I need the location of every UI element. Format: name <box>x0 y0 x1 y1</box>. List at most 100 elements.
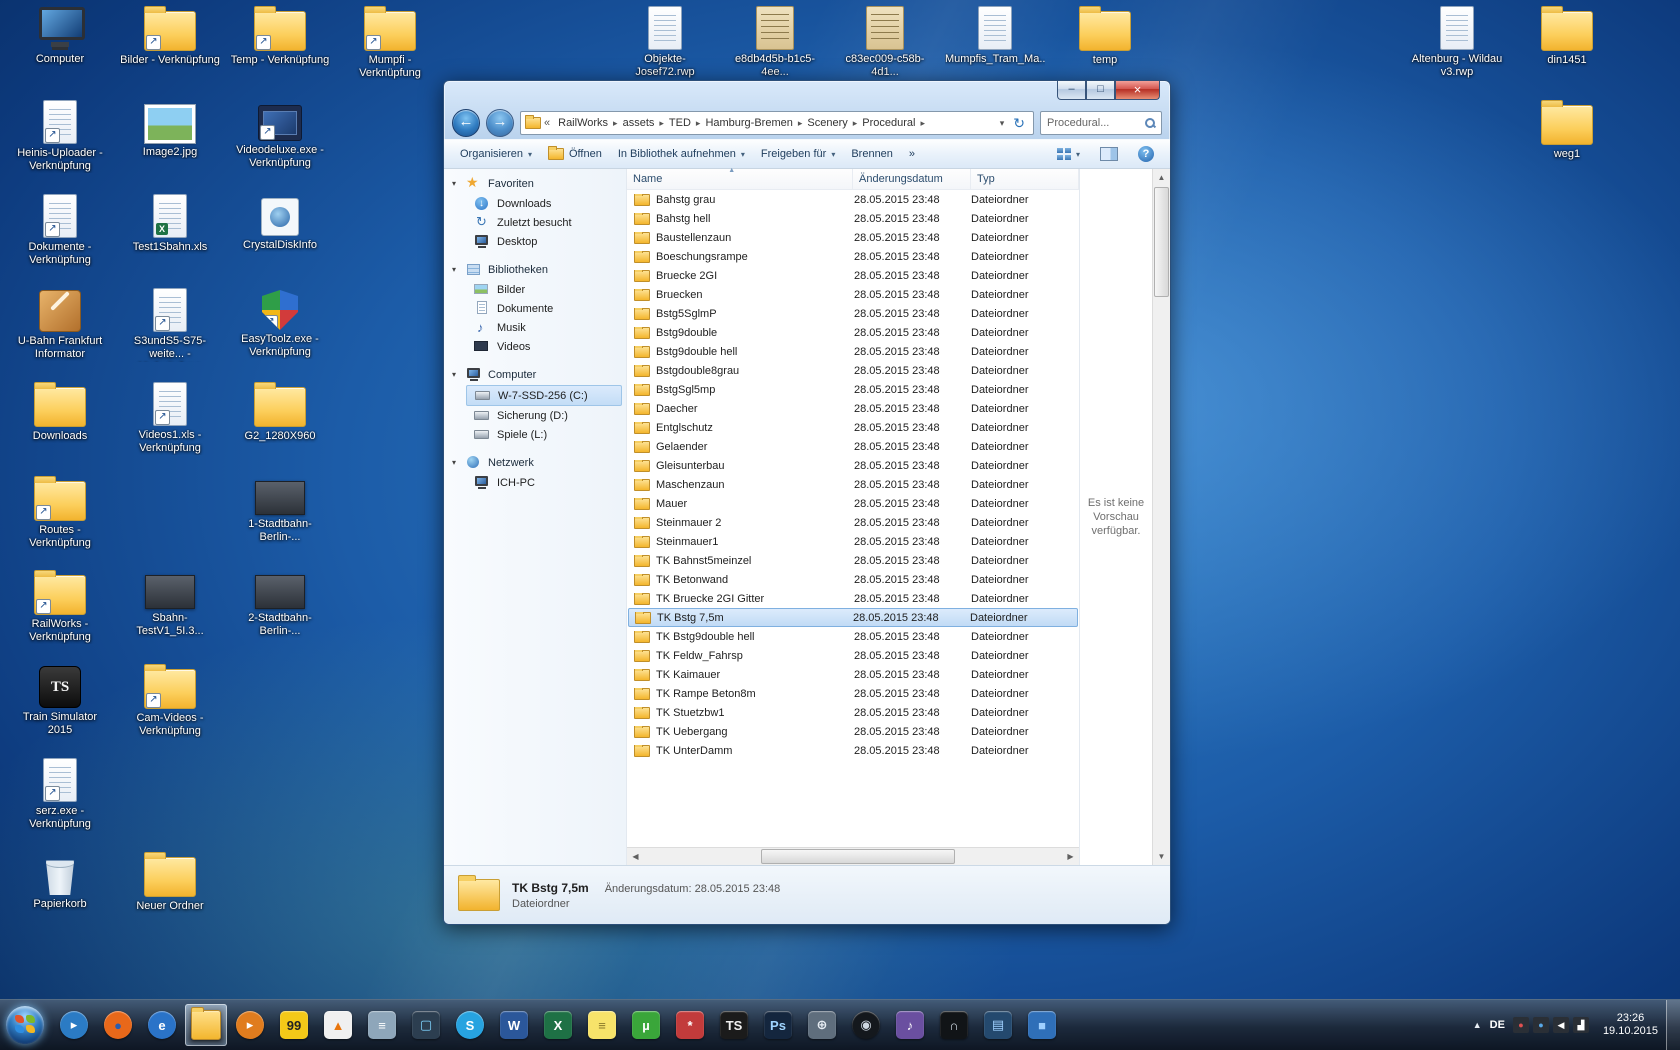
desktop-icon[interactable]: ↗ U-Bahn Frankfurt Informator <box>10 288 110 361</box>
file-row[interactable]: Bahstg grau 28.05.2015 23:48 Dateiordner <box>628 190 1078 209</box>
sidebar-item[interactable]: Videos <box>444 337 626 356</box>
taskbar-icon[interactable]: S <box>449 1004 491 1046</box>
sidebar-section-favorites[interactable]: ▾ Favoriten <box>444 173 626 194</box>
breadcrumb-item[interactable]: assets <box>618 117 660 129</box>
breadcrumb-item[interactable]: TED <box>664 117 696 129</box>
file-row[interactable]: Steinmauer1 28.05.2015 23:48 Dateiordner <box>628 532 1078 551</box>
sidebar-item[interactable]: Downloads <box>444 194 626 213</box>
column-header-type[interactable]: Typ <box>971 169 1079 190</box>
taskbar-icon[interactable]: µ <box>625 1004 667 1046</box>
desktop-icon[interactable]: ↗ Dokumente - Verknüpfung <box>10 194 110 267</box>
start-button[interactable] <box>6 1006 44 1044</box>
taskbar-icon[interactable]: ▸ <box>229 1004 271 1046</box>
file-row[interactable]: TK Bstg9double hell 28.05.2015 23:48 Dat… <box>628 627 1078 646</box>
desktop-icon[interactable]: ↗ Mumpfis_Tram_Ma... <box>945 6 1045 66</box>
desktop-icon[interactable]: ↗ Sbahn-TestV1_5I.3... <box>120 570 220 638</box>
sidebar-item[interactable]: Dokumente <box>444 299 626 318</box>
expander-icon[interactable]: ▾ <box>452 370 461 379</box>
file-row[interactable]: TK Stuetzbw1 28.05.2015 23:48 Dateiordne… <box>628 703 1078 722</box>
taskbar-icon[interactable]: ▤ <box>977 1004 1019 1046</box>
desktop-icon[interactable]: ↗ Test1Sbahn.xls <box>120 194 220 254</box>
desktop-icon[interactable]: ↗ Computer <box>10 6 110 66</box>
change-view-button[interactable]: ▾ <box>1049 144 1088 164</box>
preview-pane-button[interactable] <box>1092 143 1126 165</box>
file-row[interactable]: TK Kaimauer 28.05.2015 23:48 Dateiordner <box>628 665 1078 684</box>
desktop-icon[interactable]: ↗ Videos1.xls - Verknüpfung <box>120 382 220 455</box>
desktop-icon[interactable]: ↗ Altenburg - Wildau v3.rwp <box>1407 6 1507 79</box>
taskbar-icon[interactable]: ⊕ <box>801 1004 843 1046</box>
forward-button[interactable]: → <box>486 109 514 137</box>
breadcrumb-separator-icon[interactable]: ▸ <box>920 118 925 129</box>
desktop-icon[interactable]: ↗ S3undS5-S75-weite... - Verknüpfung <box>120 288 220 362</box>
clock[interactable]: 23:26 19.10.2015 <box>1597 1012 1664 1038</box>
tray-icon[interactable]: ● <box>1513 1017 1529 1033</box>
window-control-button[interactable]: × <box>1115 81 1160 100</box>
desktop-icon[interactable]: ↗ Downloads <box>10 382 110 443</box>
desktop-icon[interactable]: ↗ Routes - Verknüpfung <box>10 476 110 550</box>
search-input[interactable]: Procedural... <box>1040 111 1162 135</box>
desktop-icon[interactable]: ↗ e8db4d5b-b1c5-4ee... <box>725 6 825 79</box>
taskbar-icon[interactable] <box>185 1004 227 1046</box>
file-row[interactable]: TK UnterDamm 28.05.2015 23:48 Dateiordne… <box>628 741 1078 760</box>
taskbar-icon[interactable]: * <box>669 1004 711 1046</box>
desktop-icon[interactable]: ↗ weg1 <box>1517 100 1617 161</box>
desktop-icon[interactable]: ↗ Image2.jpg <box>120 100 220 159</box>
desktop-icon[interactable]: ↗ temp <box>1055 6 1155 67</box>
scroll-down-icon[interactable]: ▼ <box>1153 848 1170 865</box>
vscroll-thumb[interactable] <box>1154 187 1169 297</box>
desktop-icon[interactable]: ↗ 1-Stadtbahn-Berlin-... <box>230 476 330 544</box>
taskbar-icon[interactable]: X <box>537 1004 579 1046</box>
taskbar-icon[interactable]: ≡ <box>581 1004 623 1046</box>
scroll-up-icon[interactable]: ▲ <box>1153 169 1170 186</box>
file-row[interactable]: TK Bruecke 2GI Gitter 28.05.2015 23:48 D… <box>628 589 1078 608</box>
scroll-right-icon[interactable]: ▶ <box>1062 848 1079 865</box>
file-row[interactable]: Bahstg hell 28.05.2015 23:48 Dateiordner <box>628 209 1078 228</box>
desktop-icon[interactable]: ↗ Neuer Ordner <box>120 852 220 913</box>
breadcrumb-dropdown-icon[interactable]: ▾ <box>995 118 1010 129</box>
taskbar-icon[interactable]: ■ <box>1021 1004 1063 1046</box>
desktop-icon[interactable]: ↗ Temp - Verknüpfung <box>230 6 330 67</box>
taskbar-icon[interactable]: e <box>141 1004 183 1046</box>
sidebar-item[interactable]: Musik <box>444 318 626 337</box>
sidebar-item[interactable]: W-7-SSD-256 (C:) <box>466 385 622 406</box>
back-button[interactable]: ← <box>452 109 480 137</box>
desktop-icon[interactable]: ↗ serz.exe - Verknüpfung <box>10 758 110 831</box>
hscroll-thumb[interactable] <box>761 849 955 864</box>
sidebar-item[interactable]: Sicherung (D:) <box>444 406 626 425</box>
breadcrumb-item[interactable]: Procedural <box>857 117 920 129</box>
column-header-name[interactable]: ▲ Name <box>627 169 853 190</box>
hidden-icons-chevron[interactable]: ▲ <box>1473 1020 1482 1030</box>
desktop-icon[interactable]: ↗ CrystalDiskInfo <box>230 194 330 252</box>
expander-icon[interactable]: ▾ <box>452 458 461 467</box>
breadcrumb[interactable]: « RailWorks ▸ assets ▸ TED ▸ <box>520 111 1034 135</box>
file-row[interactable]: Gelaender 28.05.2015 23:48 Dateiordner <box>628 437 1078 456</box>
desktop-icon[interactable]: ↗ G2_1280X960 <box>230 382 330 443</box>
taskbar-icon[interactable]: TS <box>713 1004 755 1046</box>
taskbar-icon[interactable]: ▲ <box>317 1004 359 1046</box>
file-row[interactable]: Bstg9double hell 28.05.2015 23:48 Dateio… <box>628 342 1078 361</box>
sidebar-item[interactable]: Spiele (L:) <box>444 425 626 444</box>
desktop-icon[interactable]: ↗ Cam-Videos - Verknüpfung <box>120 664 220 738</box>
file-row[interactable]: Mauer 28.05.2015 23:48 Dateiordner <box>628 494 1078 513</box>
hscroll-track[interactable] <box>644 848 1062 865</box>
language-indicator[interactable]: DE <box>1490 1019 1505 1031</box>
search-icon[interactable] <box>1145 118 1155 128</box>
file-row[interactable]: Bruecke 2GI 28.05.2015 23:48 Dateiordner <box>628 266 1078 285</box>
desktop-icon[interactable]: ↗ Bilder - Verknüpfung <box>120 6 220 67</box>
toolbar-button[interactable]: In Bibliothek aufnehmen ▾ <box>610 144 753 164</box>
toolbar-button[interactable]: » ▾ <box>901 144 923 164</box>
file-row[interactable]: TK Bahnst5meinzel 28.05.2015 23:48 Datei… <box>628 551 1078 570</box>
taskbar-icon[interactable]: ♪ <box>889 1004 931 1046</box>
desktop-icon[interactable]: ↗ RailWorks - Verknüpfung <box>10 570 110 644</box>
desktop-icon[interactable]: ↗ Train Simulator 2015 <box>10 664 110 737</box>
toolbar-button[interactable]: Brennen ▾ <box>843 144 901 164</box>
desktop-icon[interactable]: ↗ Papierkorb <box>10 852 110 911</box>
sidebar-section-libraries[interactable]: ▾ Bibliotheken <box>444 259 626 280</box>
taskbar-icon[interactable]: ● <box>97 1004 139 1046</box>
toolbar-button[interactable]: Organisieren ▾ <box>452 144 540 164</box>
file-row[interactable]: TK Rampe Beton8m 28.05.2015 23:48 Dateio… <box>628 684 1078 703</box>
sidebar-item[interactable]: Bilder <box>444 280 626 299</box>
expander-icon[interactable]: ▾ <box>452 265 461 274</box>
file-row[interactable]: Steinmauer 2 28.05.2015 23:48 Dateiordne… <box>628 513 1078 532</box>
window-control-button[interactable]: – <box>1057 81 1086 100</box>
